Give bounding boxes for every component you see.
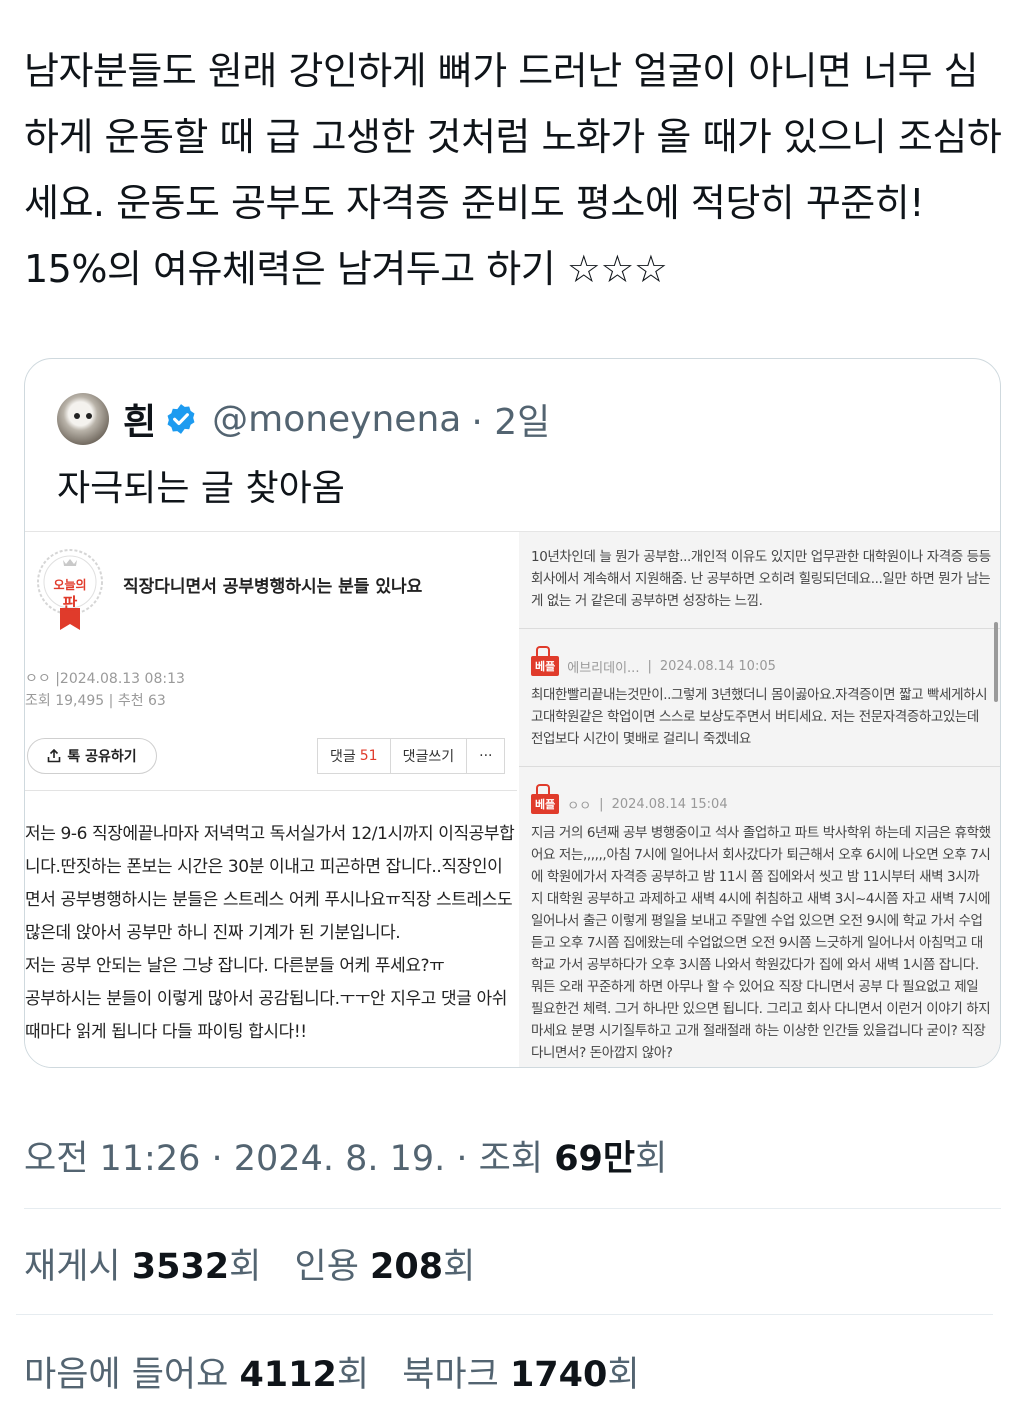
- quote-text: 자극되는 글 찾아옴: [57, 468, 345, 509]
- reposts-stat[interactable]: 재게시 3532회: [24, 1247, 261, 1287]
- quote-handle[interactable]: @moneynena: [212, 399, 461, 440]
- comment-text: 10년차인데 늘 뭔가 공부함...개인적 이유도 있지만 업무관한 대학원이나…: [531, 549, 991, 609]
- likes-label: 마음에 들어요: [24, 1355, 240, 1395]
- bookmarks-label: 북마크: [402, 1355, 510, 1395]
- comments-panel: 10년차인데 늘 뭔가 공부함...개인적 이유도 있지만 업무관한 대학원이나…: [519, 532, 1000, 1067]
- divider: [519, 766, 1000, 767]
- views-count: 69만: [554, 1139, 636, 1179]
- verified-badge-icon: [167, 404, 195, 434]
- comments-button[interactable]: 댓글 51: [318, 739, 391, 773]
- tweet-text: 남자분들도 원래 강인하게 뼈가 드러난 얼굴이 아니면 너무 심하게 운동할 …: [24, 49, 1002, 291]
- comment-date: 2024.08.14 15:04: [611, 796, 728, 812]
- repost-quote-stats: 재게시 3532회 인용 208회: [24, 1238, 475, 1289]
- quotes-count: 208: [370, 1247, 444, 1287]
- post-author-date: ㅇㅇ |2024.08.13 08:13: [25, 671, 185, 687]
- comments-label: 댓글: [330, 749, 356, 765]
- divider: [519, 628, 1000, 629]
- scrollbar[interactable]: [994, 622, 998, 702]
- hamster-avatar[interactable]: [57, 393, 109, 445]
- post-panel: 오늘의 판 직장다니면서 공부병행하시는 분들 있나요 ㅇㅇ |2024.08.…: [25, 532, 517, 1067]
- best-comment-badge: 베플: [531, 646, 560, 676]
- write-comment-button[interactable]: 댓글쓰기: [391, 739, 468, 773]
- likes-unit: 회: [336, 1355, 370, 1395]
- more-button[interactable]: ···: [467, 739, 504, 773]
- quote-time: · 2일: [471, 402, 551, 443]
- post-body: 저는 9-6 직장에끝나마자 저녁먹고 독서실가서 12/1시까지 이직공부합니…: [25, 818, 517, 1049]
- comment-text: 지금 거의 6년째 공부 병행중이고 석사 졸업하고 파트 박사학위 하는데 지…: [531, 825, 991, 1061]
- comment-header: 베플 에브리데이... | 2024.08.14 10:05: [531, 646, 776, 676]
- comment-date: 2024.08.14 10:05: [659, 658, 776, 674]
- attached-image[interactable]: 오늘의 판 직장다니면서 공부병행하시는 분들 있나요 ㅇㅇ |2024.08.…: [25, 531, 1000, 1067]
- divider: [25, 790, 517, 791]
- comment-header: 베플 ㅇㅇ | 2024.08.14 15:04: [531, 784, 728, 814]
- quote-author-name[interactable]: 흰: [123, 393, 156, 445]
- best-comment-badge: 베플: [531, 784, 560, 814]
- comments-count: 51: [359, 748, 378, 764]
- reposts-unit: 회: [229, 1247, 262, 1287]
- views-unit: 회: [635, 1139, 668, 1179]
- likes-count: 4112: [239, 1355, 337, 1395]
- likes-stat[interactable]: 마음에 들어요 4112회: [24, 1355, 369, 1395]
- divider: [24, 1208, 1001, 1209]
- bookmarks-stat[interactable]: 북마크 1740회: [402, 1355, 639, 1395]
- comment-text: 최대한빨리끝내는것만이..그렇게 3년했더니 몸이곯아요.자격증이면 짧고 빡세…: [531, 687, 988, 747]
- quotes-unit: 회: [443, 1247, 476, 1287]
- badge-label-main: 판: [62, 594, 78, 613]
- quotes-stat[interactable]: 인용 208회: [295, 1247, 476, 1287]
- comment-toolbar: 댓글 51 댓글쓰기 ···: [317, 738, 506, 774]
- comment-author[interactable]: ㅇㅇ: [567, 795, 591, 814]
- bookmarks-unit: 회: [607, 1355, 640, 1395]
- share-icon: [48, 749, 61, 763]
- reposts-count: 3532: [131, 1247, 230, 1287]
- quotes-label: 인용: [294, 1247, 371, 1287]
- timestamp: 오전 11:26 · 2024. 8. 19. · 조회: [24, 1139, 555, 1179]
- like-bookmark-stats: 마음에 들어요 4112회 북마크 1740회: [24, 1346, 640, 1397]
- reposts-label: 재게시: [24, 1247, 132, 1287]
- bookmarks-count: 1740: [509, 1355, 608, 1395]
- quote-header: 흰 @moneynena · 2일: [57, 391, 550, 447]
- share-label: 톡 공유하기: [67, 749, 137, 765]
- post-views-recs: 조회 19,495 | 추천 63: [25, 693, 166, 709]
- post-body-text: 저는 9-6 직장에끝나마자 저녁먹고 독서실가서 12/1시까지 이직공부합니…: [25, 824, 515, 1042]
- timestamp-views: 오전 11:26 · 2024. 8. 19. · 조회 69만회: [24, 1130, 667, 1181]
- post-title[interactable]: 직장다니면서 공부병행하시는 분들 있나요: [123, 572, 422, 597]
- kakao-share-button[interactable]: 톡 공유하기: [27, 738, 157, 774]
- comment-author[interactable]: 에브리데이...: [567, 657, 639, 676]
- divider: [16, 1314, 993, 1315]
- quote-tweet-card[interactable]: 흰 @moneynena · 2일 자극되는 글 찾아옴 오늘의 판 직장다니면…: [24, 358, 1001, 1068]
